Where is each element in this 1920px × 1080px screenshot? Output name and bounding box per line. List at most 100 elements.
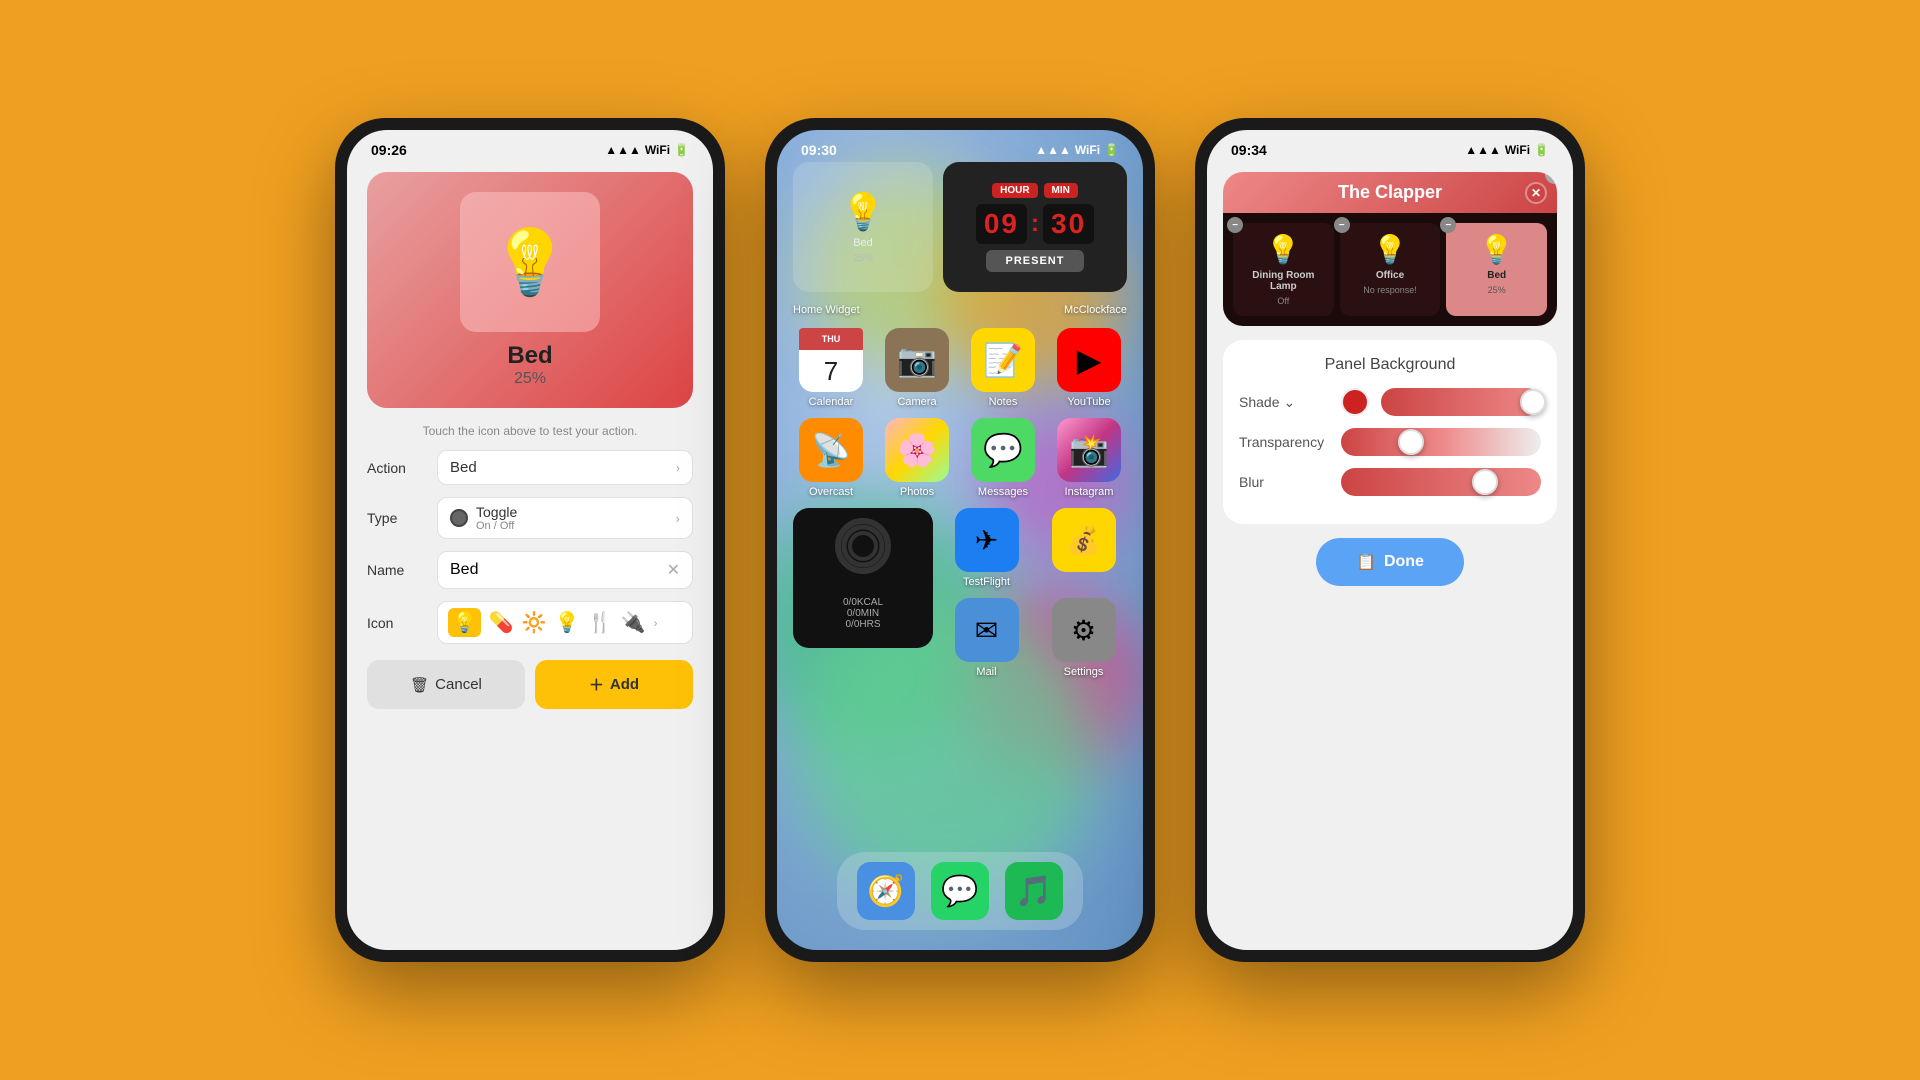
calendar-label: Calendar — [809, 396, 854, 408]
bed-widget[interactable]: 💡 Bed 25% — [793, 162, 933, 292]
shade-chevron[interactable]: ⌄ — [1283, 394, 1295, 411]
icon-option-fork[interactable]: 🍴 — [588, 610, 613, 635]
phone-3: 09:34 ▲▲▲ WiFi 🔋 − The Clapper ✕ — [1195, 118, 1585, 962]
form-name-row: Name Bed ✕ — [367, 551, 693, 589]
add-button[interactable]: ＋ Add — [535, 660, 693, 709]
blur-row: Blur — [1239, 468, 1541, 496]
battery-icon-2: 🔋 — [1104, 143, 1119, 157]
trash-icon: 🗑 — [410, 676, 429, 694]
name-value: Bed — [450, 561, 478, 579]
photos-icon: 🌸 — [885, 418, 949, 482]
widgets-row: 💡 Bed 25% HOUR MIN 09 : 30 PRESENT — [777, 162, 1143, 292]
time-1: 09:26 — [371, 142, 407, 158]
clapper-lights: − 💡 Dining Room Lamp Off − 💡 Office No r… — [1223, 213, 1557, 326]
clapper-panel: − The Clapper ✕ − 💡 Dining Room Lamp Off — [1223, 172, 1557, 326]
testflight-label: TestFlight — [963, 576, 1010, 588]
toggle-ball — [450, 509, 468, 527]
app-testflight[interactable]: ✈ TestFlight — [943, 508, 1030, 588]
present-button[interactable]: PRESENT — [986, 250, 1085, 272]
status-icons-3: ▲▲▲ WiFi 🔋 — [1465, 143, 1549, 157]
clear-icon[interactable]: ✕ — [667, 560, 680, 580]
done-button[interactable]: 📋 Done — [1316, 538, 1464, 586]
clapper-close-btn[interactable]: ✕ — [1525, 182, 1547, 204]
wifi-icon: WiFi — [645, 143, 670, 157]
blur-slider[interactable] — [1341, 468, 1541, 496]
messages-label: Messages — [978, 486, 1028, 498]
blur-label: Blur — [1239, 474, 1329, 490]
icon-option-plug[interactable]: 🔌 — [621, 610, 646, 635]
status-bar-3: 09:34 ▲▲▲ WiFi 🔋 — [1207, 130, 1573, 162]
icon-more-chevron[interactable]: › — [653, 616, 657, 630]
type-input[interactable]: Toggle On / Off › — [437, 497, 693, 539]
cancel-button[interactable]: 🗑 Cancel — [367, 660, 525, 709]
youtube-icon: ▶ — [1057, 328, 1121, 392]
app-settings[interactable]: ⚙ Settings — [1040, 598, 1127, 678]
office-light-name: Office — [1376, 270, 1404, 281]
icon-option-light3[interactable]: 💡 — [555, 610, 580, 635]
name-label: Name — [367, 562, 427, 578]
transparency-row: Transparency — [1239, 428, 1541, 456]
light-minus-office[interactable]: − — [1334, 217, 1350, 233]
shade-color-swatch[interactable] — [1341, 388, 1369, 416]
panel-bg-title: Panel Background — [1239, 356, 1541, 374]
app-messages[interactable]: 💬 Messages — [965, 418, 1041, 498]
clock-widget[interactable]: HOUR MIN 09 : 30 PRESENT — [943, 162, 1127, 292]
time-2: 09:30 — [801, 142, 837, 158]
blur-thumb[interactable] — [1472, 469, 1498, 495]
hint-text: Touch the icon above to test your action… — [367, 424, 693, 438]
clapper-light-bed[interactable]: − 💡 Bed 25% — [1446, 223, 1547, 316]
overcast-label: Overcast — [809, 486, 853, 498]
app-notes[interactable]: 📝 Notes — [965, 328, 1041, 408]
action-chevron: › — [676, 461, 680, 475]
shade-label: Shade ⌄ — [1239, 394, 1329, 411]
clock-badges: HOUR MIN — [992, 183, 1078, 198]
shade-thumb[interactable] — [1520, 389, 1546, 415]
icon-label: Icon — [367, 615, 427, 631]
clapper-light-office[interactable]: − 💡 Office No response! — [1340, 223, 1441, 316]
app-photos[interactable]: 🌸 Photos — [879, 418, 955, 498]
preview-light-pct: 25% — [514, 370, 546, 388]
app-camera[interactable]: 📷 Camera — [879, 328, 955, 408]
done-label: Done — [1384, 553, 1424, 571]
phone-2: 09:30 ▲▲▲ WiFi 🔋 💡 Bed 25% HOU — [765, 118, 1155, 962]
icon-option-pill[interactable]: 💊 — [489, 610, 514, 635]
bed-widget-icon: 💡 — [841, 191, 886, 233]
preview-light-name: Bed — [507, 342, 552, 370]
youtube-label: YouTube — [1067, 396, 1110, 408]
light-minus-bed[interactable]: − — [1440, 217, 1456, 233]
dock-spotify[interactable]: 🎵 — [1005, 862, 1063, 920]
battery-icon: 🔋 — [674, 143, 689, 157]
fitness-widget[interactable]: 0/0KCAL 0/0MIN 0/0HRS — [793, 508, 933, 648]
app-overcast[interactable]: 📡 Overcast — [793, 418, 869, 498]
type-sub: On / Off — [476, 520, 517, 532]
clapper-content: − The Clapper ✕ − 💡 Dining Room Lamp Off — [1207, 162, 1573, 950]
app-mail[interactable]: ✉ Mail — [943, 598, 1030, 678]
clapper-light-dining[interactable]: − 💡 Dining Room Lamp Off — [1233, 223, 1334, 316]
status-icons-2: ▲▲▲ WiFi 🔋 — [1035, 143, 1119, 157]
camera-label: Camera — [897, 396, 936, 408]
transparency-thumb[interactable] — [1398, 429, 1424, 455]
dock-whatsapp[interactable]: 💬 — [931, 862, 989, 920]
action-input[interactable]: Bed › — [437, 450, 693, 485]
icon-option-bulb[interactable]: 💡 — [448, 608, 481, 637]
shade-slider[interactable] — [1381, 388, 1541, 416]
fitness-hrs: 0/0HRS — [843, 619, 883, 630]
office-light-status: No response! — [1363, 285, 1417, 295]
app-instagram[interactable]: 📸 Instagram — [1051, 418, 1127, 498]
status-icons-1: ▲▲▲ WiFi 🔋 — [605, 143, 689, 157]
app-calendar[interactable]: THU 7 Calendar — [793, 328, 869, 408]
icon-option-light2[interactable]: 🔆 — [522, 610, 547, 635]
name-input[interactable]: Bed ✕ — [437, 551, 693, 589]
light-minus-dining[interactable]: − — [1227, 217, 1243, 233]
dock-safari[interactable]: 🧭 — [857, 862, 915, 920]
transparency-slider[interactable] — [1341, 428, 1541, 456]
battery-icon-3: 🔋 — [1534, 143, 1549, 157]
panel-bg-section: Panel Background Shade ⌄ — [1223, 340, 1557, 524]
phone-1: 09:26 ▲▲▲ WiFi 🔋 💡 Bed 25% Touch the ico… — [335, 118, 725, 962]
app-emoji[interactable]: 💰 — [1040, 508, 1127, 588]
testflight-icon: ✈ — [955, 508, 1019, 572]
app-youtube[interactable]: ▶ YouTube — [1051, 328, 1127, 408]
dining-light-name: Dining Room Lamp — [1241, 270, 1326, 292]
dock: 🧭 💬 🎵 — [837, 852, 1083, 930]
icon-picker[interactable]: 💡 💊 🔆 💡 🍴 🔌 › — [437, 601, 693, 644]
